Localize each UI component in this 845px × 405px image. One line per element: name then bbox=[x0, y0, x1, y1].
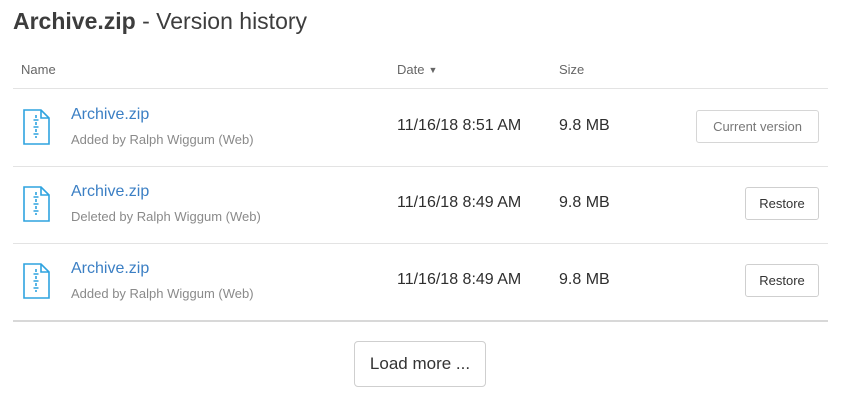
table-header: Name Date ▼ Size bbox=[13, 58, 828, 89]
version-file-link[interactable]: Archive.zip bbox=[71, 260, 149, 278]
title-version-history: Version history bbox=[156, 8, 308, 34]
version-row: Archive.zip Added by Ralph Wiggum (Web) … bbox=[13, 243, 828, 322]
title-file-name: Archive.zip bbox=[13, 8, 136, 34]
version-author: Added by Ralph Wiggum (Web) bbox=[71, 286, 254, 301]
title-separator: - bbox=[135, 8, 157, 34]
version-row: Archive.zip Added by Ralph Wiggum (Web) … bbox=[13, 89, 828, 167]
load-more-button[interactable]: Load more ... bbox=[354, 341, 486, 387]
column-header-date-label: Date bbox=[397, 62, 425, 77]
version-file-link[interactable]: Archive.zip bbox=[71, 183, 149, 201]
version-size: 9.8 MB bbox=[559, 194, 610, 211]
restore-button[interactable]: Restore bbox=[745, 264, 819, 297]
column-header-date[interactable]: Date ▼ bbox=[397, 62, 437, 77]
version-file-link[interactable]: Archive.zip bbox=[71, 106, 149, 124]
version-row: Archive.zip Deleted by Ralph Wiggum (Web… bbox=[13, 166, 828, 244]
restore-button[interactable]: Restore bbox=[745, 187, 819, 220]
version-date: 11/16/18 8:49 AM bbox=[397, 194, 522, 211]
version-author: Deleted by Ralph Wiggum (Web) bbox=[71, 209, 261, 224]
caret-down-icon: ▼ bbox=[428, 65, 438, 75]
version-size: 9.8 MB bbox=[559, 271, 610, 288]
zip-file-icon bbox=[23, 109, 50, 145]
version-author: Added by Ralph Wiggum (Web) bbox=[71, 132, 254, 147]
version-size: 9.8 MB bbox=[559, 117, 610, 134]
page-title: Archive.zip - Version history bbox=[13, 8, 307, 35]
column-header-size: Size bbox=[559, 62, 585, 77]
version-date: 11/16/18 8:51 AM bbox=[397, 117, 522, 134]
version-date: 11/16/18 8:49 AM bbox=[397, 271, 522, 288]
zip-file-icon bbox=[23, 186, 50, 222]
column-header-name: Name bbox=[21, 62, 56, 77]
zip-file-icon bbox=[23, 263, 50, 299]
current-version-button[interactable]: Current version bbox=[696, 110, 819, 143]
